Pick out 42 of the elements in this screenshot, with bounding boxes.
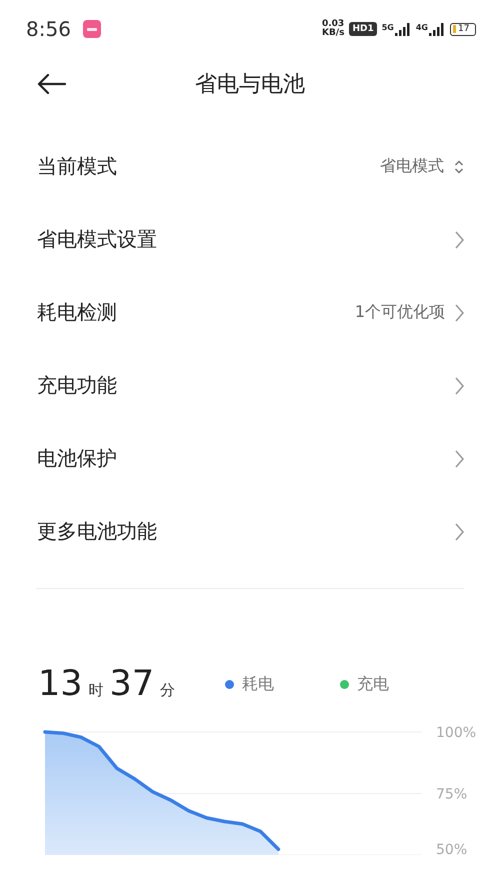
chevron-right-icon [455, 376, 464, 394]
legend-label: 充电 [357, 674, 389, 694]
app-icon [82, 20, 101, 38]
battery-level: 17 [458, 24, 470, 34]
signal-icon [394, 22, 411, 36]
legend-label: 耗电 [242, 674, 274, 694]
row-label: 耗电检测 [37, 299, 117, 326]
row-value: 省电模式 [380, 156, 444, 177]
row-label: 充电功能 [37, 372, 117, 399]
row-label: 更多电池功能 [37, 518, 157, 545]
hours-unit: 时 [88, 681, 104, 700]
chevron-right-icon [455, 230, 464, 248]
hd-badge: HD1 [349, 22, 377, 36]
back-button[interactable] [37, 74, 67, 94]
chevron-right-icon [455, 304, 464, 322]
settings-row[interactable]: 省电模式设置 [0, 203, 500, 276]
row-label: 当前模式 [37, 153, 117, 180]
row-label: 电池保护 [37, 445, 117, 472]
network-type: 5G [382, 22, 394, 32]
settings-row[interactable]: 电池保护 [0, 422, 500, 495]
chevron-right-icon [455, 450, 464, 468]
settings-row[interactable]: 当前模式 省电模式 [0, 130, 500, 203]
settings-row[interactable]: 更多电池功能 [0, 495, 500, 568]
axis-label: 100% [436, 725, 476, 741]
chevron-right-icon [455, 522, 464, 540]
minutes-unit: 分 [160, 681, 176, 700]
page-title: 省电与电池 [195, 71, 305, 99]
speed-unit: KB/s [322, 29, 344, 38]
settings-row[interactable]: 耗电检测 1个可优化项 [0, 276, 500, 349]
row-value: 1个可优化项 [354, 302, 445, 323]
settings-row[interactable]: 充电功能 [0, 349, 500, 422]
hours-value: 13 [38, 664, 83, 704]
back-arrow-icon [37, 74, 67, 94]
minutes-value: 37 [110, 664, 154, 704]
axis-label: 75% [436, 786, 468, 802]
up-down-icon [454, 160, 464, 174]
network-speed: 0.03 [322, 20, 344, 29]
network-type: 4G [416, 22, 428, 32]
clock: 8:56 [26, 17, 71, 41]
row-label: 省电模式设置 [37, 226, 157, 253]
axis-label: 50% [436, 842, 468, 855]
signal-icon [429, 22, 445, 36]
